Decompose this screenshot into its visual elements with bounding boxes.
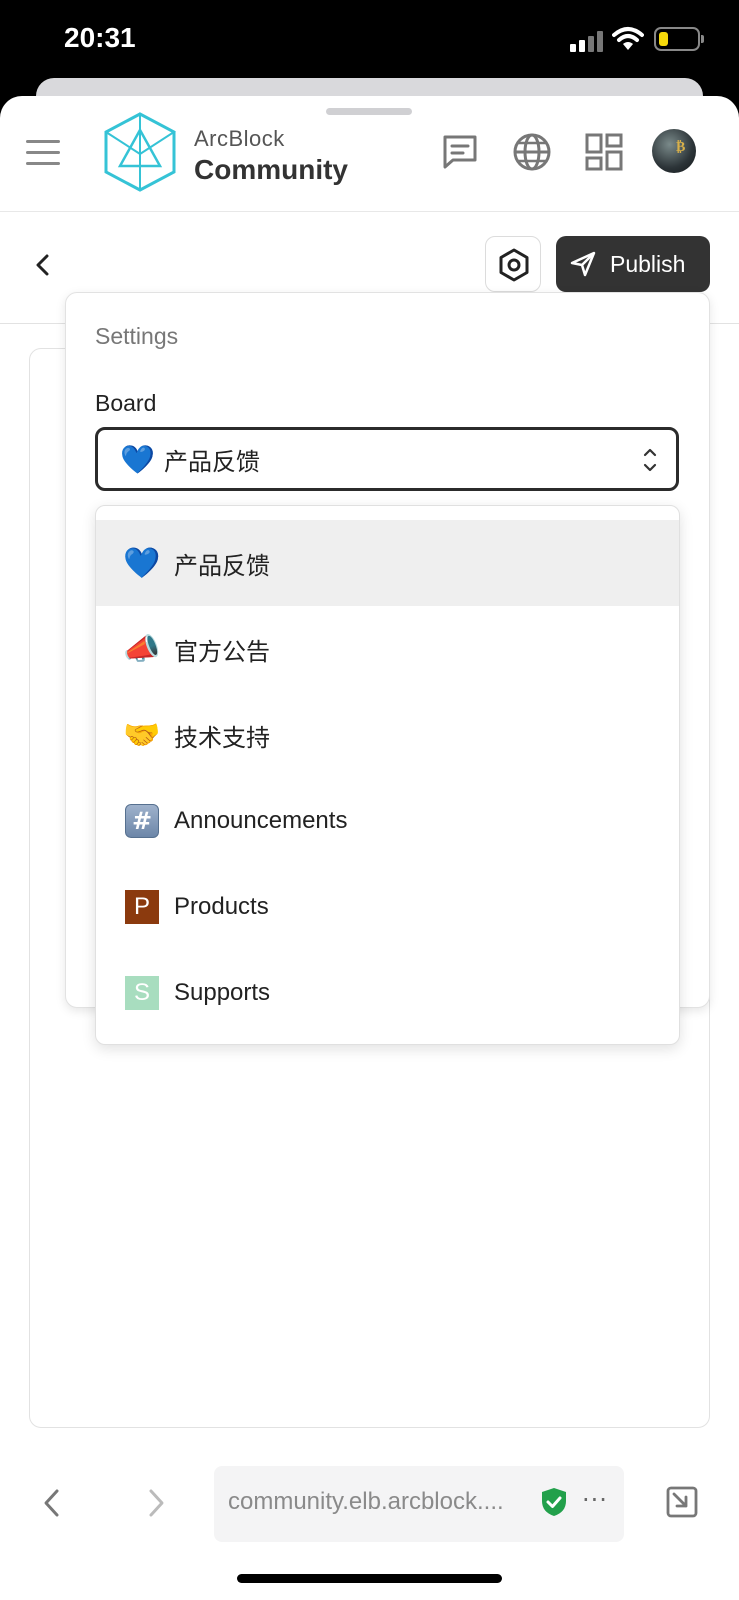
board-option-official-announcements[interactable]: 📣 官方公告 xyxy=(96,606,679,692)
battery-icon xyxy=(654,27,704,51)
url-text: community.elb.arcblock.... xyxy=(228,1488,504,1515)
settings-title: Settings xyxy=(95,323,179,349)
back-chevron-icon[interactable] xyxy=(30,250,56,280)
brand-bottom-text: Community xyxy=(194,154,348,185)
publish-button[interactable]: Publish xyxy=(556,236,710,292)
settings-button[interactable] xyxy=(485,236,541,292)
option-label: 技术支持 xyxy=(174,724,270,752)
user-avatar[interactable]: ₿ xyxy=(652,129,696,173)
board-dropdown-list: 💙 产品反馈 📣 官方公告 🤝 技术支持 # Announcements P P… xyxy=(95,505,680,1045)
publish-label: Publish xyxy=(610,250,686,277)
letter-p-icon: P xyxy=(125,890,159,924)
option-label: 官方公告 xyxy=(174,638,270,666)
wifi-icon xyxy=(612,27,644,50)
menu-icon[interactable] xyxy=(26,140,60,166)
message-icon[interactable] xyxy=(440,132,480,172)
more-options-icon[interactable]: ··· xyxy=(582,1486,608,1514)
apps-grid-icon[interactable] xyxy=(584,132,624,172)
letter-s-icon: S xyxy=(125,976,159,1010)
option-label: Products xyxy=(174,893,269,920)
browser-back-icon[interactable] xyxy=(40,1486,64,1520)
board-option-product-feedback[interactable]: 💙 产品反馈 xyxy=(96,520,679,606)
board-select[interactable]: 💙 产品反馈 xyxy=(95,427,679,491)
board-option-products[interactable]: P Products xyxy=(96,864,679,950)
brand-name[interactable]: ArcBlock Community xyxy=(194,126,348,186)
board-option-supports[interactable]: S Supports xyxy=(96,950,679,1036)
url-bar[interactable]: community.elb.arcblock.... ··· xyxy=(214,1466,624,1542)
chevron-up-down-icon xyxy=(643,448,657,472)
globe-icon[interactable] xyxy=(512,132,552,172)
blue-heart-icon: 💙 xyxy=(123,545,161,581)
home-indicator[interactable] xyxy=(237,1574,502,1583)
hexagon-settings-icon xyxy=(499,248,529,282)
board-select-value: 产品反馈 xyxy=(164,447,260,476)
board-option-tech-support[interactable]: 🤝 技术支持 xyxy=(96,692,679,778)
hash-icon: # xyxy=(125,804,159,838)
app-header: ArcBlock Community ₿ xyxy=(0,96,739,212)
cellular-signal-icon xyxy=(570,30,604,52)
brand-top-text: ArcBlock xyxy=(194,126,285,151)
arcblock-logo-icon[interactable] xyxy=(102,110,178,192)
secure-shield-icon xyxy=(542,1488,566,1516)
megaphone-icon: 📣 xyxy=(123,631,161,667)
browser-forward-icon[interactable] xyxy=(144,1486,168,1520)
option-label: Announcements xyxy=(174,807,348,834)
status-time: 20:31 xyxy=(64,22,136,53)
handshake-icon: 🤝 xyxy=(123,717,161,753)
exit-fullscreen-icon[interactable] xyxy=(664,1484,700,1520)
avatar-badge: ₿ xyxy=(676,139,686,155)
status-bar: 20:31 xyxy=(0,0,739,80)
send-icon xyxy=(570,251,596,277)
board-option-announcements[interactable]: # Announcements xyxy=(96,778,679,864)
blue-heart-icon: 💙 xyxy=(120,442,155,476)
option-label: Supports xyxy=(174,979,271,1006)
board-label: Board xyxy=(95,390,157,416)
option-label: 产品反馈 xyxy=(174,552,270,580)
